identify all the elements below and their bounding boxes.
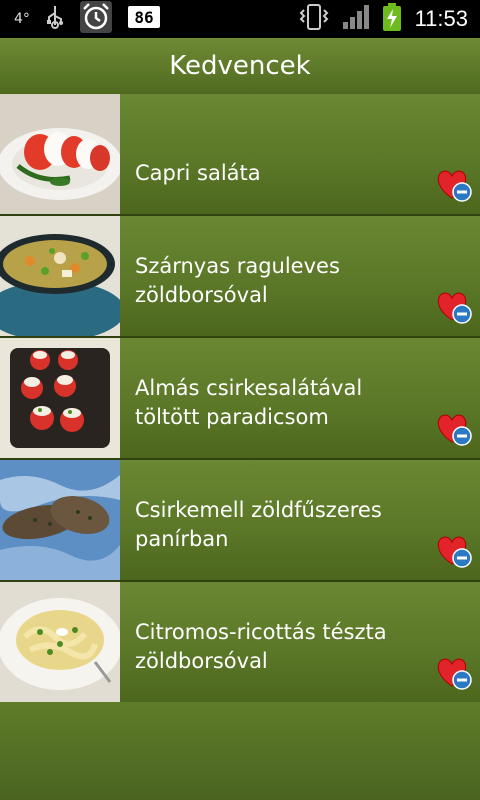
recipe-title: Almás csirkesalátával töltött paradicsom <box>135 376 363 429</box>
list-item[interactable]: Citromos-ricottás tészta zöldborsóval <box>0 582 480 704</box>
recipe-title: Capri saláta <box>135 161 261 185</box>
clock-text: 11:53 <box>414 6 468 31</box>
recipe-thumbnail <box>0 94 120 214</box>
battery-charging-icon <box>382 3 401 35</box>
recipe-title: Szárnyas raguleves zöldborsóval <box>135 254 340 307</box>
remove-favorite-icon[interactable] <box>436 534 472 568</box>
notification-86-icon: 86 <box>127 6 160 32</box>
recipe-title: Csirkemell zöldfűszeres panírban <box>135 498 382 551</box>
alarm-icon <box>79 1 112 37</box>
recipe-thumbnail <box>0 338 120 458</box>
list-item[interactable]: Csirkemell zöldfűszeres panírban <box>0 460 480 582</box>
empty-list-area <box>0 702 480 800</box>
recipe-thumbnail <box>0 216 120 336</box>
remove-favorite-icon[interactable] <box>436 168 472 202</box>
title-bar: Kedvencek <box>0 38 480 96</box>
recipe-thumbnail <box>0 460 120 580</box>
recipe-title: Citromos-ricottás tészta zöldborsóval <box>135 620 387 673</box>
remove-favorite-icon[interactable] <box>436 656 472 690</box>
badge-86-text: 86 <box>134 8 153 27</box>
remove-favorite-icon[interactable] <box>436 290 472 324</box>
favorites-list: Capri saláta Szárnyas raguleves zöldbors… <box>0 94 480 704</box>
status-bar: 4° 86 11:53 <box>0 0 480 38</box>
signal-icon <box>342 5 369 33</box>
list-item[interactable]: Capri saláta <box>0 94 480 216</box>
recipe-thumbnail <box>0 582 120 702</box>
list-item[interactable]: Almás csirkesalátával töltött paradicsom <box>0 338 480 460</box>
usb-icon <box>46 5 64 33</box>
remove-favorite-icon[interactable] <box>436 412 472 446</box>
temperature-text: 4° <box>14 11 30 27</box>
list-item[interactable]: Szárnyas raguleves zöldborsóval <box>0 216 480 338</box>
vibrate-icon <box>299 4 329 34</box>
page-title: Kedvencek <box>169 51 311 81</box>
